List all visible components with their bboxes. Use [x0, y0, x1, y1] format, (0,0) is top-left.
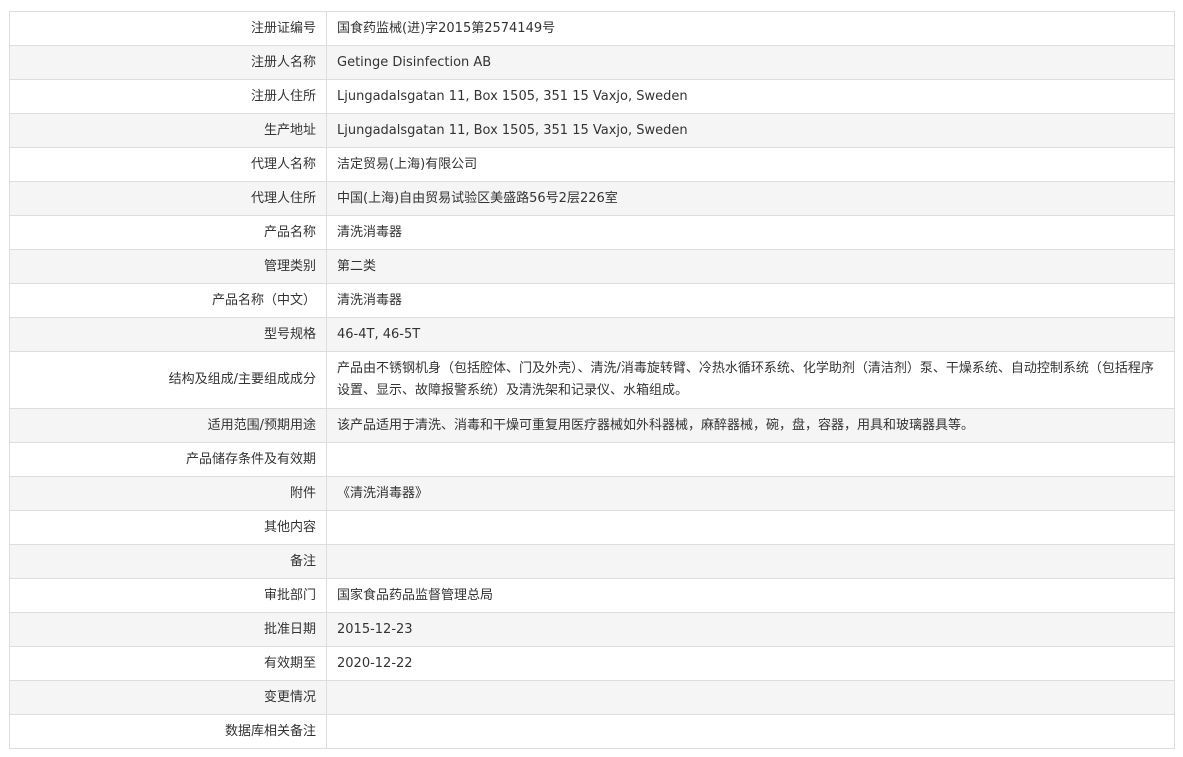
row-label: 管理类别 [9, 249, 327, 284]
table-row: 注册证编号 国食药监械(进)字2015第2574149号 [9, 11, 1175, 46]
row-label: 产品名称 [9, 215, 327, 250]
table-row: 适用范围/预期用途 该产品适用于清洗、消毒和干燥可重复用医疗器械如外科器械，麻醉… [9, 408, 1175, 443]
row-value [326, 442, 1175, 477]
row-label: 注册证编号 [9, 11, 327, 46]
row-label: 生产地址 [9, 113, 327, 148]
row-label: 产品名称（中文） [9, 283, 327, 318]
row-label: 审批部门 [9, 578, 327, 613]
row-label: 结构及组成/主要组成成分 [9, 351, 327, 409]
row-value: 2020-12-22 [326, 646, 1175, 681]
table-row: 审批部门 国家食品药品监督管理总局 [9, 578, 1175, 613]
row-label: 其他内容 [9, 510, 327, 545]
registration-info-body: 注册证编号 国食药监械(进)字2015第2574149号 注册人名称 Getin… [9, 11, 1175, 749]
row-label: 备注 [9, 544, 327, 579]
table-row: 结构及组成/主要组成成分 产品由不锈钢机身（包括腔体、门及外壳）、清洗/消毒旋转… [9, 351, 1175, 409]
row-value: 国家食品药品监督管理总局 [326, 578, 1175, 613]
table-row: 代理人名称 洁定贸易(上海)有限公司 [9, 147, 1175, 182]
table-row: 产品名称（中文） 清洗消毒器 [9, 283, 1175, 318]
table-row: 管理类别 第二类 [9, 249, 1175, 284]
table-row: 数据库相关备注 [9, 714, 1175, 749]
row-value [326, 510, 1175, 545]
row-label: 数据库相关备注 [9, 714, 327, 749]
table-row: 生产地址 Ljungadalsgatan 11, Box 1505, 351 1… [9, 113, 1175, 148]
row-value: 清洗消毒器 [326, 283, 1175, 318]
registration-info-table: 注册证编号 国食药监械(进)字2015第2574149号 注册人名称 Getin… [9, 11, 1175, 749]
row-label: 有效期至 [9, 646, 327, 681]
table-row: 产品名称 清洗消毒器 [9, 215, 1175, 250]
row-label: 附件 [9, 476, 327, 511]
row-value [326, 680, 1175, 715]
row-value: 《清洗消毒器》 [326, 476, 1175, 511]
row-value: Ljungadalsgatan 11, Box 1505, 351 15 Vax… [326, 79, 1175, 114]
row-value: Getinge Disinfection AB [326, 45, 1175, 80]
row-value: 该产品适用于清洗、消毒和干燥可重复用医疗器械如外科器械，麻醉器械，碗，盘，容器，… [326, 408, 1175, 443]
table-row: 产品储存条件及有效期 [9, 442, 1175, 477]
row-label: 代理人住所 [9, 181, 327, 216]
row-label: 适用范围/预期用途 [9, 408, 327, 443]
table-row: 批准日期 2015-12-23 [9, 612, 1175, 647]
table-row: 型号规格 46-4T, 46-5T [9, 317, 1175, 352]
table-row: 变更情况 [9, 680, 1175, 715]
row-label: 代理人名称 [9, 147, 327, 182]
table-row: 备注 [9, 544, 1175, 579]
row-value: 清洗消毒器 [326, 215, 1175, 250]
row-label: 变更情况 [9, 680, 327, 715]
row-value: 2015-12-23 [326, 612, 1175, 647]
row-value [326, 714, 1175, 749]
row-value: 46-4T, 46-5T [326, 317, 1175, 352]
row-label: 注册人住所 [9, 79, 327, 114]
row-value: 洁定贸易(上海)有限公司 [326, 147, 1175, 182]
row-value [326, 544, 1175, 579]
table-row: 其他内容 [9, 510, 1175, 545]
row-value: 中国(上海)自由贸易试验区美盛路56号2层226室 [326, 181, 1175, 216]
row-label: 注册人名称 [9, 45, 327, 80]
row-value: Ljungadalsgatan 11, Box 1505, 351 15 Vax… [326, 113, 1175, 148]
table-row: 有效期至 2020-12-22 [9, 646, 1175, 681]
row-label: 型号规格 [9, 317, 327, 352]
row-label: 批准日期 [9, 612, 327, 647]
row-label: 产品储存条件及有效期 [9, 442, 327, 477]
table-row: 注册人名称 Getinge Disinfection AB [9, 45, 1175, 80]
table-row: 附件 《清洗消毒器》 [9, 476, 1175, 511]
row-value: 国食药监械(进)字2015第2574149号 [326, 11, 1175, 46]
row-value: 产品由不锈钢机身（包括腔体、门及外壳）、清洗/消毒旋转臂、冷热水循环系统、化学助… [326, 351, 1175, 409]
row-value: 第二类 [326, 249, 1175, 284]
table-row: 注册人住所 Ljungadalsgatan 11, Box 1505, 351 … [9, 79, 1175, 114]
table-row: 代理人住所 中国(上海)自由贸易试验区美盛路56号2层226室 [9, 181, 1175, 216]
